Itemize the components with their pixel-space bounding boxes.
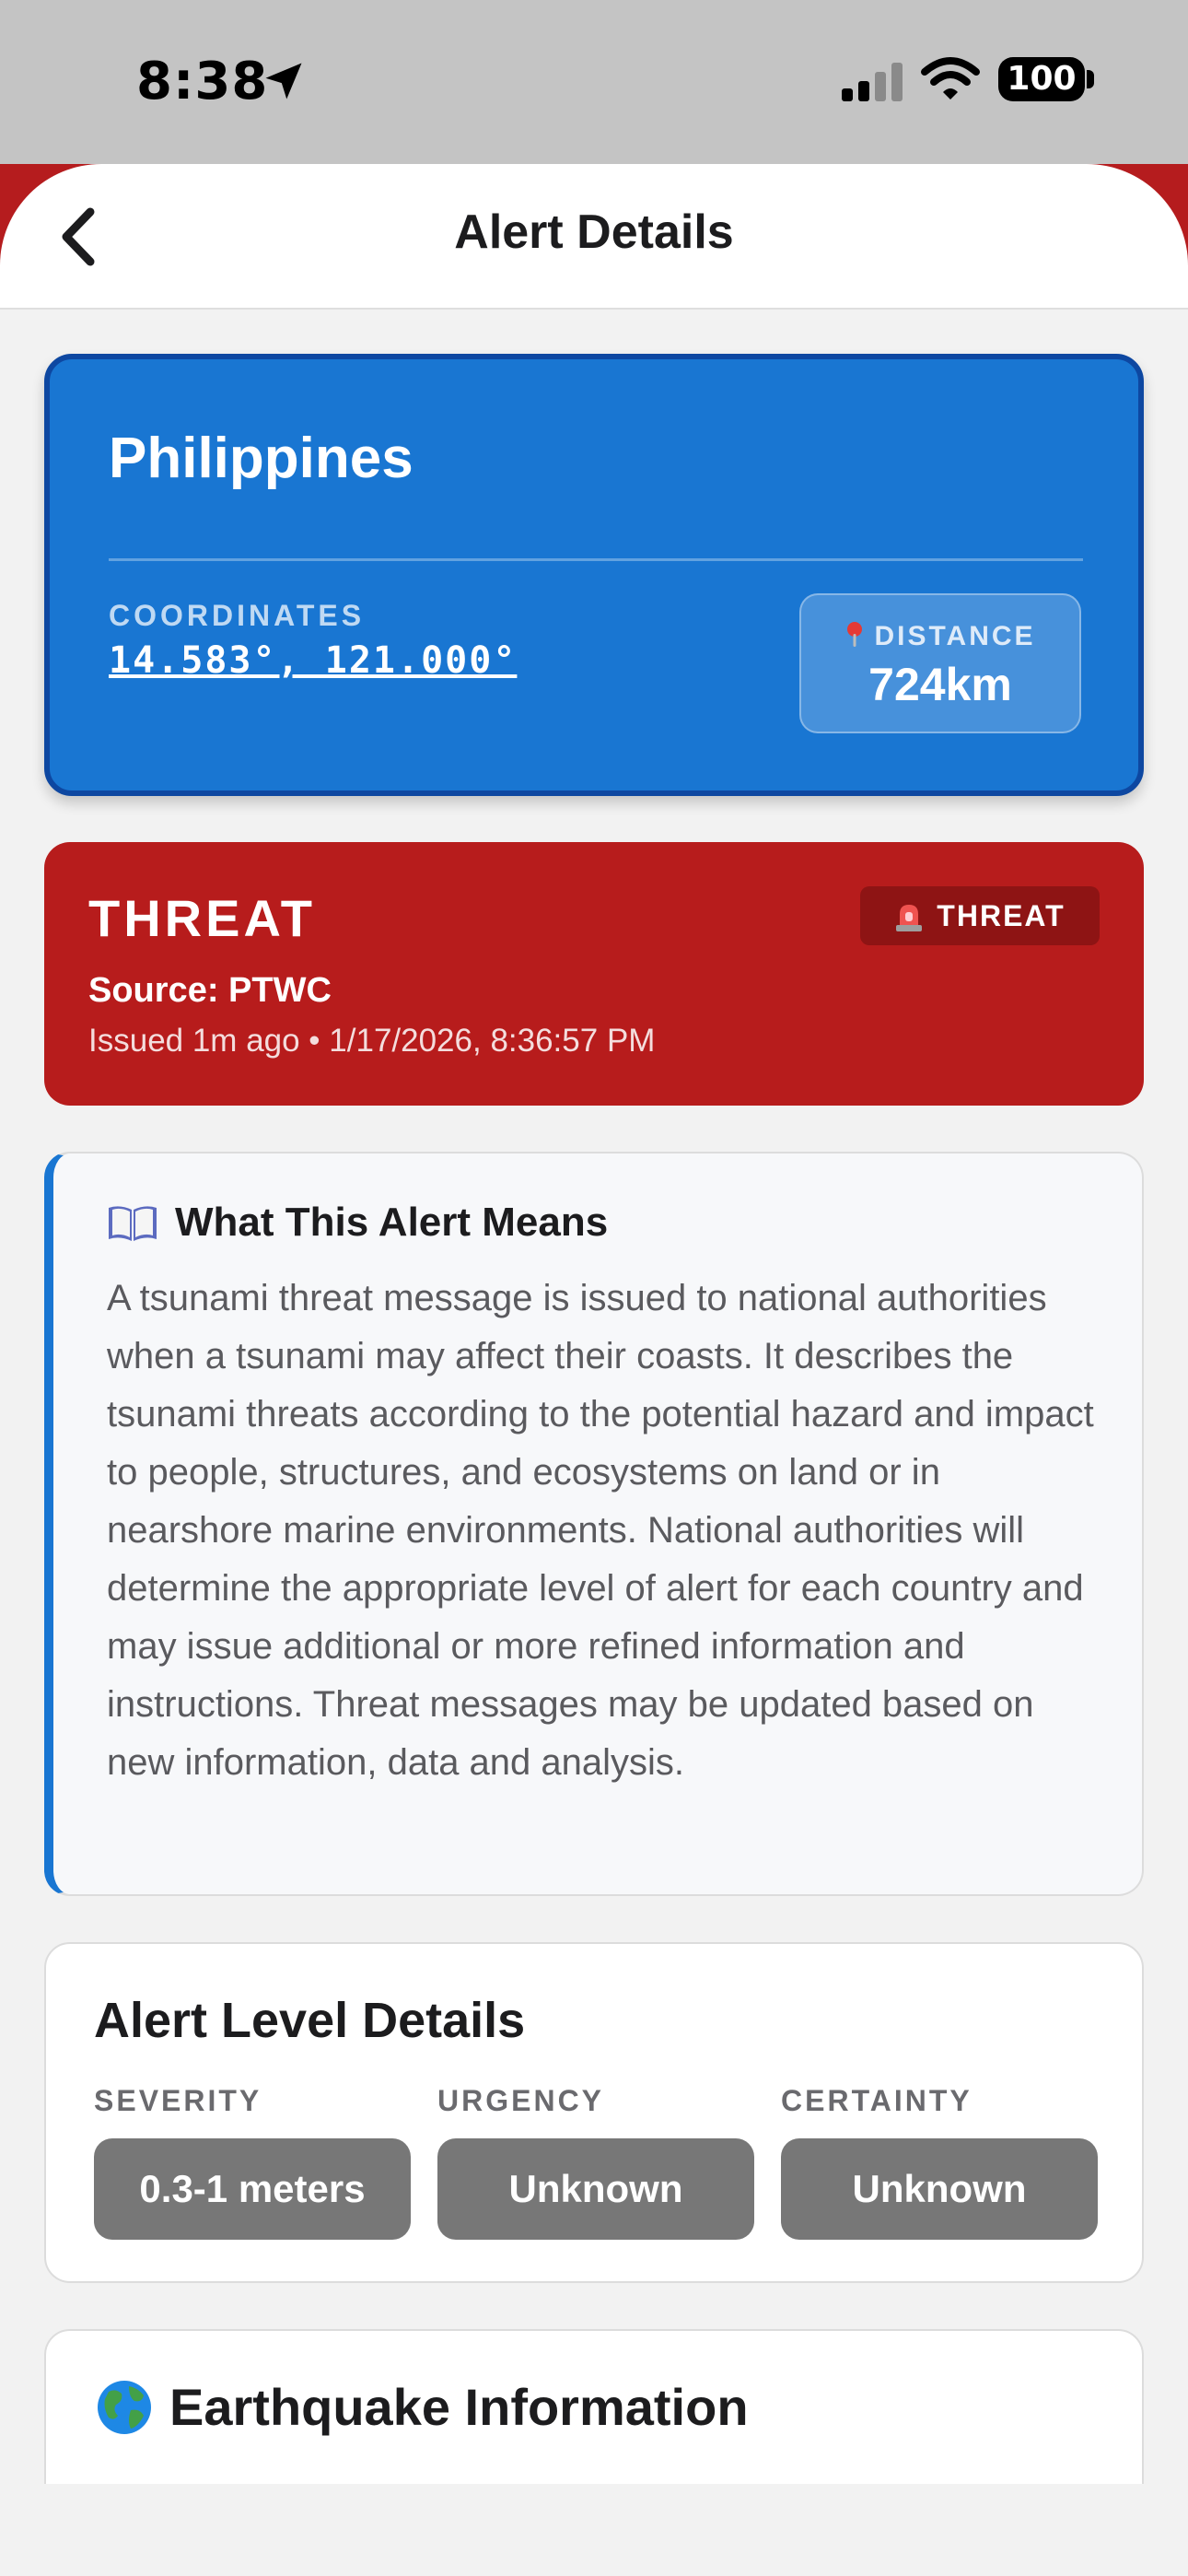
alert-level-card: Alert Level Details SEVERITY 0.3-1 meter… — [44, 1942, 1144, 2283]
pin-icon — [847, 622, 863, 647]
certainty-value: Unknown — [781, 2138, 1098, 2240]
severity-column: SEVERITY 0.3-1 meters — [94, 2084, 411, 2240]
status-time: 8:38 — [136, 52, 269, 111]
location-card: Philippines COORDINATES 14.583°, 121.000… — [44, 354, 1144, 796]
location-arrow-icon — [265, 63, 302, 100]
distance-label: DISTANCE — [874, 621, 1036, 651]
location-divider — [109, 558, 1083, 561]
certainty-column: CERTAINTY Unknown — [781, 2084, 1098, 2240]
severity-label: SEVERITY — [94, 2084, 262, 2117]
certainty-label: CERTAINTY — [781, 2084, 973, 2117]
siren-icon — [896, 905, 923, 931]
earthquake-heading: Earthquake Information — [96, 2377, 749, 2437]
bottom-area — [0, 2484, 1188, 2576]
distance-label-row: DISTANCE — [801, 621, 1079, 652]
earthquake-title: Earthquake Information — [169, 2378, 749, 2436]
open-book-icon — [109, 1206, 157, 1241]
battery-indicator: 100 — [998, 57, 1085, 101]
urgency-value: Unknown — [437, 2138, 754, 2240]
severity-value: 0.3-1 meters — [94, 2138, 411, 2240]
threat-card: THREAT THREAT Source: PTWC Issued 1m ago… — [44, 842, 1144, 1106]
threat-badge: THREAT — [860, 886, 1100, 945]
alert-meaning-title: What This Alert Means — [175, 1200, 609, 1245]
location-name: Philippines — [109, 427, 413, 490]
threat-title: THREAT — [88, 889, 316, 947]
globe-icon — [98, 2380, 151, 2434]
threat-badge-label: THREAT — [937, 898, 1066, 932]
threat-issued: Issued 1m ago • 1/17/2026, 8:36:57 PM — [88, 1023, 656, 1059]
urgency-label: URGENCY — [437, 2084, 605, 2117]
threat-source: Source: PTWC — [88, 971, 332, 1010]
distance-box: DISTANCE 724km — [799, 593, 1081, 733]
cellular-signal-icon — [842, 63, 903, 101]
battery-nub — [1087, 70, 1094, 88]
distance-value: 724km — [868, 659, 1012, 710]
coordinates-link[interactable]: 14.583°, 121.000° — [109, 639, 517, 682]
alert-meaning-card: What This Alert Means A tsunami threat m… — [44, 1152, 1144, 1896]
urgency-column: URGENCY Unknown — [437, 2084, 754, 2240]
alert-meaning-heading: What This Alert Means — [107, 1200, 608, 1246]
alert-level-title: Alert Level Details — [94, 1993, 526, 2048]
status-bar: 8:38 100 — [0, 0, 1188, 164]
page-title: Alert Details — [454, 205, 734, 259]
nav-header: Alert Details — [0, 164, 1188, 310]
wifi-icon — [921, 57, 980, 100]
alert-meaning-text: A tsunami threat message is issued to na… — [107, 1278, 1094, 1783]
coordinates-label: COORDINATES — [109, 599, 366, 632]
